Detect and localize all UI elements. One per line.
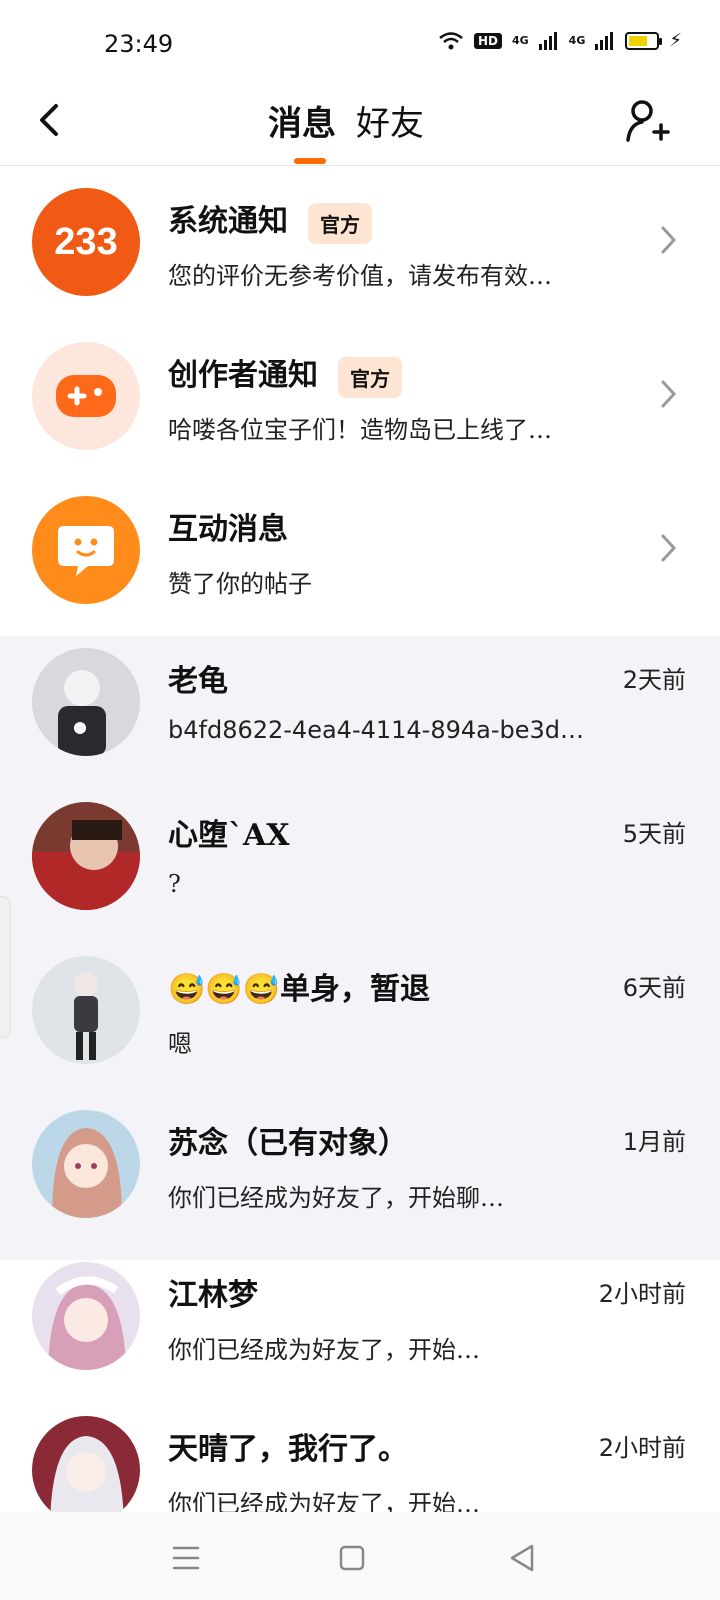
back-arrow-icon[interactable] bbox=[30, 98, 74, 142]
add-friend-icon[interactable] bbox=[624, 98, 670, 144]
status-time: 23:49 bbox=[104, 30, 174, 58]
hd-icon: HD bbox=[473, 32, 502, 49]
active-tab-indicator bbox=[294, 158, 326, 164]
chat-name: 苏念（已有对象） bbox=[168, 1126, 408, 1161]
chat-row[interactable]: 江林梦 你们已经成为好友了，开始… 2小时前 bbox=[0, 1240, 720, 1396]
interaction-message-row[interactable]: 互动消息 赞了你的帖子 bbox=[0, 474, 720, 630]
avatar bbox=[32, 1416, 140, 1512]
chat-name: 😅😅😅单身，暂退 bbox=[168, 972, 431, 1007]
gamepad-icon bbox=[56, 375, 116, 417]
chat-time: 2小时前 bbox=[598, 1280, 686, 1308]
avatar bbox=[32, 802, 140, 910]
chevron-right-icon bbox=[661, 226, 677, 254]
chat-preview: 你们已经成为好友了，开始… bbox=[168, 1490, 480, 1512]
creator-notice-row[interactable]: 创作者通知 官方 哈喽各位宝子们！造物岛已上线了… bbox=[0, 320, 720, 476]
chat-row[interactable]: 心堕`AX ? 5天前 bbox=[0, 780, 720, 936]
chat-row[interactable]: 苏念（已有对象） 你们已经成为好友了，开始聊… 1月前 bbox=[0, 1088, 720, 1244]
chat-name: 老龟 bbox=[168, 664, 228, 699]
chat-name: 天晴了，我行了。 bbox=[168, 1432, 408, 1467]
creator-notice-title: 创作者通知 bbox=[168, 358, 318, 393]
chat-name: 心堕`AX bbox=[168, 818, 290, 853]
creator-notice-avatar bbox=[32, 342, 140, 450]
system-notice-avatar: 233 bbox=[32, 188, 140, 296]
interaction-message-preview: 赞了你的帖子 bbox=[168, 570, 312, 598]
logo-233-text: 233 bbox=[54, 220, 118, 263]
home-icon[interactable] bbox=[332, 1538, 372, 1578]
menu-icon[interactable] bbox=[166, 1538, 206, 1578]
chat-time: 2天前 bbox=[622, 666, 686, 694]
signal-bars-icon bbox=[538, 31, 557, 50]
chevron-right-icon bbox=[661, 534, 677, 562]
chat-preview: ? bbox=[168, 870, 181, 898]
chat-time: 5天前 bbox=[622, 820, 686, 848]
signal-4g-label-2: 4G bbox=[568, 34, 586, 47]
back-icon[interactable] bbox=[502, 1538, 542, 1578]
system-notice-preview: 您的评价无参考价值，请发布有效… bbox=[168, 262, 552, 290]
interaction-message-avatar bbox=[32, 496, 140, 604]
chat-bubble-smile-icon bbox=[58, 526, 114, 576]
side-drawer-handle[interactable] bbox=[0, 896, 11, 1038]
avatar bbox=[32, 1110, 140, 1218]
status-icons: HD 4G 4G ⚡ bbox=[438, 30, 682, 51]
status-bar: 23:49 HD 4G 4G ⚡ bbox=[0, 0, 720, 80]
chat-time: 1月前 bbox=[622, 1128, 686, 1156]
row-title: 系统通知 官方 bbox=[168, 196, 372, 244]
chat-row[interactable]: 😅😅😅单身，暂退 嗯 6天前 bbox=[0, 934, 720, 1090]
battery-icon bbox=[625, 31, 663, 50]
system-nav-bar bbox=[0, 1512, 720, 1600]
chevron-right-icon bbox=[661, 380, 677, 408]
system-notice-row[interactable]: 233 系统通知 官方 您的评价无参考价值，请发布有效… bbox=[0, 166, 720, 322]
row-title: 创作者通知 官方 bbox=[168, 350, 402, 398]
official-badge: 官方 bbox=[308, 202, 372, 244]
interaction-message-title: 互动消息 bbox=[168, 512, 288, 547]
top-bar: 消息 好友 bbox=[0, 80, 720, 166]
chat-row[interactable]: 天晴了，我行了。 你们已经成为好友了，开始… 2小时前 bbox=[0, 1394, 720, 1512]
avatar bbox=[32, 648, 140, 756]
chat-preview: 嗯 bbox=[168, 1030, 192, 1058]
wifi-icon bbox=[439, 31, 463, 49]
chat-preview: b4fd8622-4ea4-4114-894a-be3d… bbox=[168, 716, 585, 744]
avatar bbox=[32, 1262, 140, 1370]
chat-preview: 你们已经成为好友了，开始… bbox=[168, 1336, 480, 1364]
tab-group: 消息 好友 bbox=[268, 96, 424, 145]
official-badge: 官方 bbox=[338, 356, 402, 398]
signal-bars-icon-2 bbox=[595, 31, 614, 50]
tab-messages[interactable]: 消息 bbox=[268, 96, 336, 145]
avatar bbox=[32, 956, 140, 1064]
tab-friends[interactable]: 好友 bbox=[356, 96, 424, 145]
battery-level bbox=[629, 35, 648, 46]
chat-preview: 你们已经成为好友了，开始聊… bbox=[168, 1184, 504, 1212]
signal-4g-label: 4G bbox=[511, 34, 529, 47]
creator-notice-preview: 哈喽各位宝子们！造物岛已上线了… bbox=[168, 416, 552, 444]
chat-time: 2小时前 bbox=[598, 1434, 686, 1462]
chat-name: 江林梦 bbox=[168, 1278, 258, 1313]
system-notice-title: 系统通知 bbox=[168, 204, 288, 239]
chat-time: 6天前 bbox=[622, 974, 686, 1002]
chat-row[interactable]: 老龟 b4fd8622-4ea4-4114-894a-be3d… 2天前 bbox=[0, 626, 720, 782]
charging-icon: ⚡ bbox=[669, 30, 682, 51]
